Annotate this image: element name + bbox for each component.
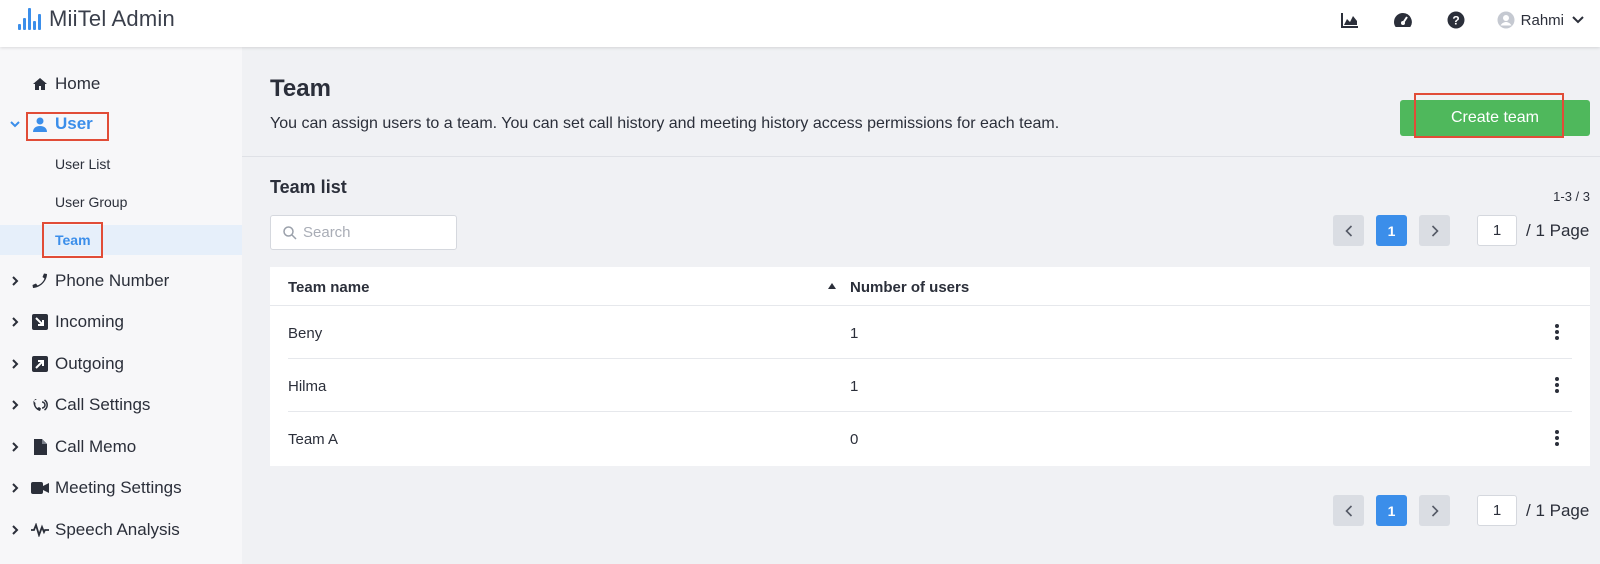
chevron-right-icon (1431, 224, 1439, 237)
chevron-right-icon (12, 359, 19, 369)
help-icon[interactable]: ? (1445, 9, 1467, 31)
analytics-icon[interactable] (1339, 9, 1361, 31)
top-bar: MiiTel Admin ? Rahmi (0, 0, 1600, 47)
chevron-right-icon (1431, 504, 1439, 517)
page-number-input[interactable] (1477, 495, 1517, 526)
sidebar-item-label: User (55, 114, 93, 133)
divider (242, 156, 1600, 157)
chevron-right-icon (12, 317, 19, 327)
chevron-right-icon (12, 525, 19, 535)
row-menu-icon[interactable] (1550, 323, 1564, 341)
user-menu[interactable]: Rahmi (1497, 11, 1584, 29)
waveform-icon (31, 521, 49, 539)
user-count-cell: 1 (850, 325, 859, 342)
sidebar-subitem-label: Team (55, 232, 91, 248)
video-icon (31, 479, 49, 497)
column-header-team-name[interactable]: Team name (288, 279, 369, 296)
page-total: / 1 Page (1526, 220, 1590, 240)
sidebar-item-outgoing[interactable]: Outgoing (0, 352, 242, 376)
sidebar-item-call-settings[interactable]: Call Settings (0, 393, 242, 417)
sidebar-item-user[interactable]: User (0, 112, 242, 136)
pagination-top: 1 / 1 Page (1333, 215, 1589, 246)
chevron-right-icon (12, 400, 19, 410)
chevron-down-icon (1572, 16, 1584, 24)
sidebar-subitem-user-list[interactable]: User List (0, 149, 242, 179)
prev-page-button[interactable] (1333, 495, 1364, 526)
home-icon (31, 75, 49, 93)
user-count-cell: 0 (850, 431, 859, 448)
app-logo[interactable]: MiiTel Admin (18, 6, 175, 32)
user-count-cell: 1 (850, 378, 859, 395)
section-title: Team list (270, 177, 347, 197)
page-1-button[interactable]: 1 (1376, 215, 1407, 246)
phone-icon (31, 272, 49, 290)
sidebar-item-label: Outgoing (55, 354, 124, 373)
sort-ascending-icon[interactable] (828, 283, 836, 289)
chevron-left-icon (1344, 504, 1352, 517)
sidebar-item-home[interactable]: Home (0, 72, 242, 96)
sidebar-item-speech-analysis[interactable]: Speech Analysis (0, 518, 242, 542)
memo-icon (31, 438, 49, 456)
row-menu-icon[interactable] (1550, 429, 1564, 447)
user-icon (31, 115, 49, 133)
sidebar: Home User User List User Group Team Phon… (0, 47, 242, 564)
main-content: Team You can assign users to a team. You… (242, 47, 1600, 564)
table-row[interactable]: Hilma 1 (288, 359, 1572, 412)
sidebar-item-label: Phone Number (55, 271, 170, 290)
sidebar-item-label: Call Settings (55, 395, 151, 414)
sidebar-item-label: Speech Analysis (55, 520, 180, 539)
table-row[interactable]: Team A 0 (288, 412, 1572, 465)
svg-text:?: ? (1452, 14, 1459, 28)
team-name-cell: Team A (288, 431, 339, 448)
user-name: Rahmi (1520, 11, 1564, 29)
sidebar-subitem-label: User Group (55, 194, 128, 210)
incoming-icon (31, 313, 49, 331)
next-page-button[interactable] (1419, 495, 1450, 526)
page-description: You can assign users to a team. You can … (270, 115, 1060, 132)
search-box[interactable] (270, 215, 457, 250)
sidebar-subitem-team[interactable]: Team (0, 225, 242, 255)
chevron-right-icon (12, 276, 19, 286)
table-row[interactable]: Beny 1 (288, 306, 1572, 359)
row-menu-icon[interactable] (1550, 376, 1564, 394)
sidebar-item-label: Incoming (55, 312, 124, 331)
call-settings-icon (31, 396, 49, 414)
sidebar-subitem-user-group[interactable]: User Group (0, 187, 242, 217)
team-name-cell: Hilma (288, 378, 327, 395)
result-count: 1-3 / 3 (1553, 189, 1590, 204)
team-name-cell: Beny (288, 325, 323, 342)
column-header-number-of-users: Number of users (850, 279, 970, 296)
chevron-left-icon (1344, 224, 1352, 237)
search-icon (283, 225, 297, 240)
app-title: MiiTel Admin (49, 6, 175, 31)
sidebar-subitem-label: User List (55, 156, 111, 172)
page-1-button[interactable]: 1 (1376, 495, 1407, 526)
sidebar-item-label: Call Memo (55, 437, 137, 456)
pagination-bottom: 1 / 1 Page (1333, 495, 1589, 526)
page-total: / 1 Page (1526, 500, 1590, 520)
table-header: Team name Number of users (270, 267, 1590, 306)
chevron-right-icon (12, 442, 19, 452)
logo-mark-icon (18, 8, 41, 30)
sidebar-item-label: Home (55, 74, 101, 93)
sidebar-item-meeting-settings[interactable]: Meeting Settings (0, 476, 242, 500)
create-team-button[interactable]: Create team (1400, 100, 1590, 136)
sidebar-item-phone-number[interactable]: Phone Number (0, 269, 242, 293)
sidebar-item-incoming[interactable]: Incoming (0, 310, 242, 334)
dashboard-icon[interactable] (1392, 9, 1414, 31)
team-table: Team name Number of users Beny 1 Hilma 1… (270, 267, 1590, 466)
outgoing-icon (31, 355, 49, 373)
chevron-down-icon (10, 121, 20, 128)
avatar-icon (1497, 11, 1515, 29)
sidebar-item-label: Meeting Settings (55, 478, 182, 497)
prev-page-button[interactable] (1333, 215, 1364, 246)
page-number-input[interactable] (1477, 215, 1517, 246)
page-title: Team (270, 75, 331, 102)
next-page-button[interactable] (1419, 215, 1450, 246)
chevron-right-icon (12, 483, 19, 493)
sidebar-item-call-memo[interactable]: Call Memo (0, 435, 242, 459)
search-input[interactable] (303, 224, 453, 241)
